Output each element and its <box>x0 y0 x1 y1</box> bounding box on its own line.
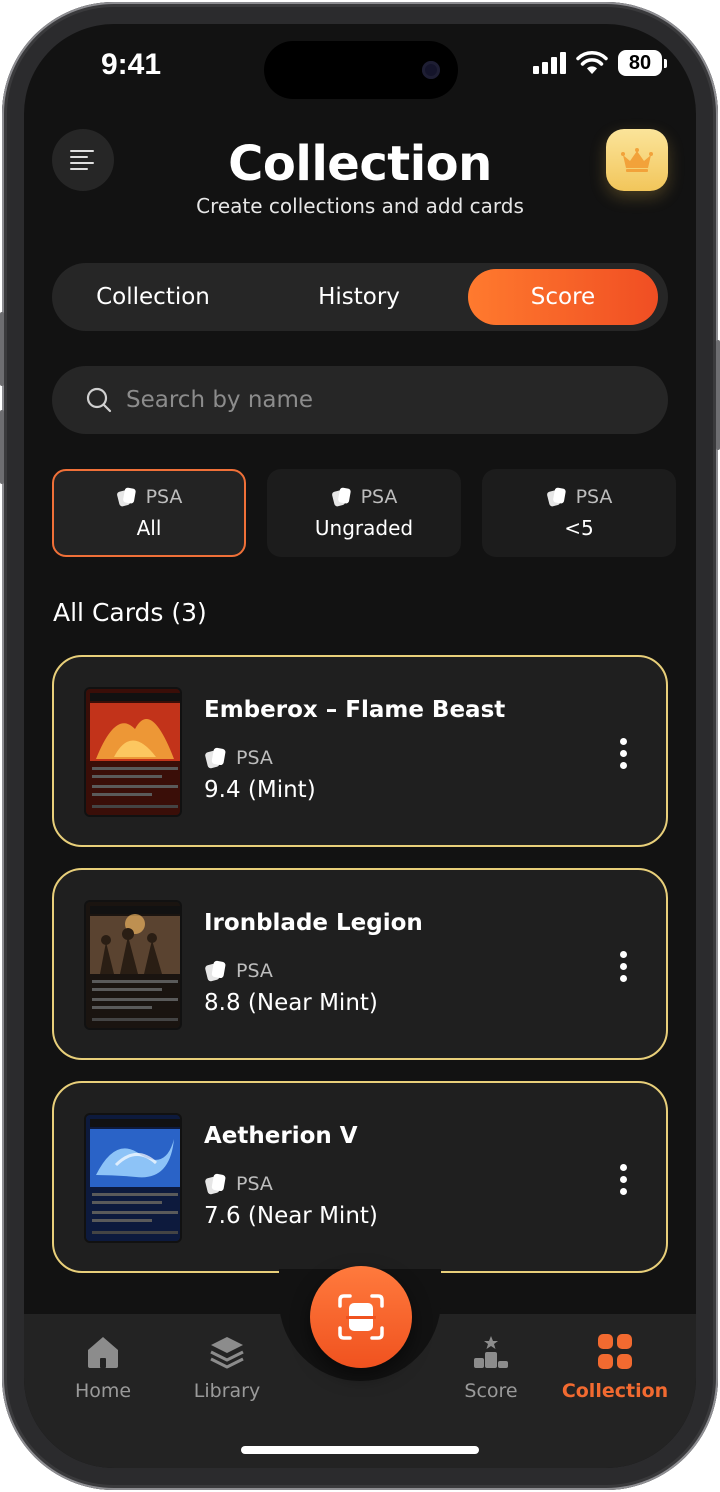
filter-label: All <box>136 516 162 540</box>
filter-label: Ungraded <box>314 516 414 540</box>
dynamic-island <box>264 41 458 99</box>
home-indicator <box>241 1446 479 1454</box>
card-list-item[interactable]: Emberox – Flame Beast PSA 9.4 (Mint) <box>52 655 668 847</box>
nav-label: Score <box>464 1380 518 1402</box>
filter-grader: PSA <box>360 486 398 508</box>
camera-icon <box>422 61 440 79</box>
page-title: Collection <box>228 136 492 192</box>
app-screen: 9:41 80 Collection Create collections an… <box>24 24 696 1468</box>
cards-icon <box>546 487 566 507</box>
status-time: 9:41 <box>101 48 162 81</box>
cards-icon <box>205 1173 226 1195</box>
cards-icon <box>205 747 226 769</box>
cellular-signal-icon <box>533 52 566 74</box>
side-button <box>0 312 4 386</box>
card-list-item[interactable]: Aetherion V PSA 7.6 (Near Mint) <box>52 1081 668 1273</box>
side-button <box>0 410 4 484</box>
premium-button[interactable] <box>606 129 668 191</box>
scan-button[interactable] <box>310 1266 412 1368</box>
filter-chip-ungraded[interactable]: PSA Ungraded <box>267 469 461 557</box>
scan-card-icon <box>338 1294 384 1340</box>
podium-icon <box>474 1336 508 1368</box>
filter-chip-below-5[interactable]: PSA <5 <box>482 469 676 557</box>
nav-item-collection[interactable]: Collection <box>555 1334 675 1402</box>
segmented-tabs: Collection History Score <box>52 263 668 331</box>
nav-label: Collection <box>561 1380 669 1402</box>
more-options-icon[interactable] <box>608 946 638 986</box>
search-icon <box>86 387 112 413</box>
side-button <box>716 340 720 450</box>
search-input[interactable] <box>126 387 606 413</box>
cards-icon <box>205 960 226 982</box>
card-grade: 8.8 (Near Mint) <box>204 990 378 1016</box>
tab-score[interactable]: Score <box>468 269 658 325</box>
filter-grader: PSA <box>575 486 613 508</box>
filter-label: <5 <box>564 516 594 540</box>
section-title: All Cards (3) <box>53 598 207 627</box>
cards-icon <box>331 487 351 507</box>
card-grader: PSA <box>204 747 273 769</box>
card-name: Emberox – Flame Beast <box>204 697 506 723</box>
card-grader-label: PSA <box>236 1173 273 1195</box>
card-grader: PSA <box>204 1173 273 1195</box>
tab-collection[interactable]: Collection <box>58 269 248 325</box>
card-thumbnail <box>84 900 182 1030</box>
card-name: Aetherion V <box>204 1123 358 1149</box>
nav-item-score[interactable]: Score <box>431 1334 551 1402</box>
nav-item-home[interactable]: Home <box>43 1334 163 1402</box>
battery-icon: 80 <box>618 50 667 76</box>
status-icons: 80 <box>533 50 667 76</box>
crown-icon <box>621 148 653 172</box>
grid-icon <box>598 1334 632 1369</box>
wifi-icon <box>576 51 608 74</box>
card-grader-label: PSA <box>236 960 273 982</box>
more-options-icon[interactable] <box>608 1159 638 1199</box>
card-grader: PSA <box>204 960 273 982</box>
nav-label: Home <box>74 1380 132 1402</box>
layers-icon <box>210 1337 244 1369</box>
cards-icon <box>116 487 136 507</box>
card-thumbnail <box>84 687 182 817</box>
card-grade: 7.6 (Near Mint) <box>204 1203 378 1229</box>
nav-label: Library <box>193 1380 261 1402</box>
card-name: Ironblade Legion <box>204 910 423 936</box>
card-list-item[interactable]: Ironblade Legion PSA 8.8 (Near Mint) <box>52 868 668 1060</box>
search-bar[interactable] <box>52 366 668 434</box>
more-options-icon[interactable] <box>608 733 638 773</box>
card-grader-label: PSA <box>236 747 273 769</box>
nav-item-library[interactable]: Library <box>167 1334 287 1402</box>
home-icon <box>88 1337 118 1368</box>
tab-history[interactable]: History <box>264 269 454 325</box>
filter-grader: PSA <box>145 486 183 508</box>
filter-chip-all[interactable]: PSA All <box>52 469 246 557</box>
page-subtitle: Create collections and add cards <box>196 194 524 218</box>
card-grade: 9.4 (Mint) <box>204 777 316 803</box>
card-thumbnail <box>84 1113 182 1243</box>
